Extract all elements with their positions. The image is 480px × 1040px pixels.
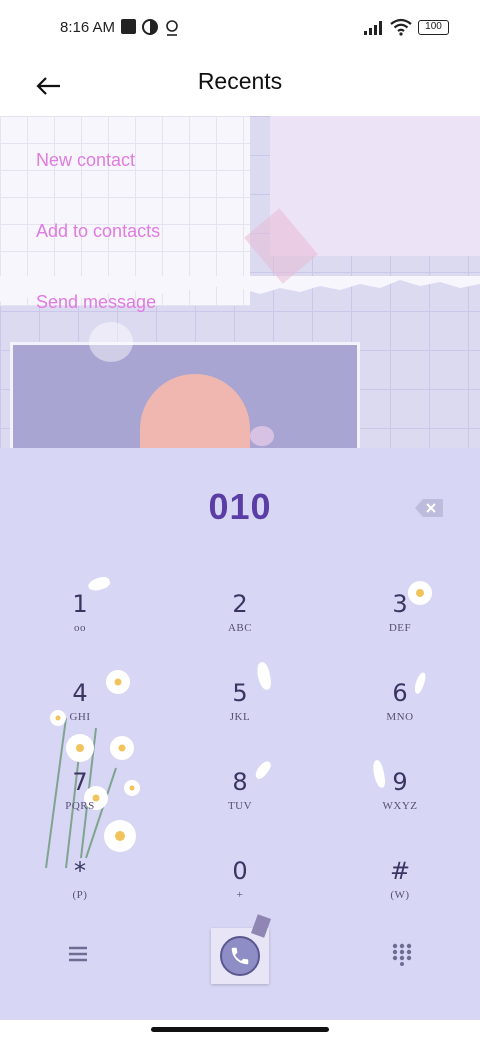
- signal-icon: [364, 21, 382, 35]
- battery-level: 100: [425, 21, 442, 32]
- key-digit: 4: [72, 679, 88, 707]
- key-digit: 2: [232, 590, 248, 618]
- key-star[interactable]: * (P): [20, 857, 140, 937]
- status-time: 8:16 AM: [60, 19, 116, 36]
- key-digit: 6: [392, 679, 408, 707]
- key-2[interactable]: 2 ABC: [180, 590, 300, 670]
- home-indicator[interactable]: [151, 1027, 329, 1032]
- key-letters: +: [236, 889, 244, 901]
- key-6[interactable]: 6 MNO: [340, 679, 460, 759]
- key-letters: DEF: [388, 622, 412, 634]
- dialed-number: 010: [208, 486, 272, 527]
- dialer-panel: 010 1 oo 2 ABC 3 DEF 4 GHI 5 JKL 6 MNO 7 PQRS 8…: [0, 448, 480, 1020]
- call-circle: [220, 936, 260, 976]
- key-hash[interactable]: # (W): [340, 857, 460, 937]
- key-digit: 3: [392, 590, 408, 618]
- key-letters: WXYZ: [382, 800, 418, 812]
- key-letters: ABC: [227, 622, 253, 634]
- data-saver-icon: [142, 19, 158, 35]
- wifi-icon: [390, 18, 412, 36]
- key-3[interactable]: 3 DEF: [340, 590, 460, 670]
- notification-square-icon: [121, 19, 136, 34]
- page-title: Recents: [197, 68, 283, 94]
- navigation-bar: [0, 1020, 480, 1040]
- backspace-button[interactable]: [414, 498, 444, 518]
- key-digit: 9: [392, 768, 408, 796]
- wallpaper-area: New contact Add to contacts Send message: [0, 116, 480, 448]
- new-contact-action[interactable]: New contact: [36, 150, 135, 171]
- menu-icon[interactable]: [64, 942, 92, 966]
- location-badge-icon: [166, 20, 178, 36]
- app-bar: Recents: [0, 56, 480, 116]
- key-letters: JKL: [229, 711, 251, 723]
- key-digit: *: [74, 857, 86, 885]
- dialpad-toggle-icon[interactable]: [390, 942, 414, 966]
- key-letters: TUV: [227, 800, 253, 812]
- add-to-contacts-action[interactable]: Add to contacts: [36, 221, 160, 242]
- key-1[interactable]: 1 oo: [20, 590, 140, 670]
- key-8[interactable]: 8 TUV: [180, 768, 300, 848]
- touch-ripple: [89, 322, 133, 362]
- key-digit: 1: [72, 590, 88, 618]
- illustration-flower: [250, 426, 274, 446]
- send-message-action[interactable]: Send message: [36, 292, 156, 313]
- key-9[interactable]: 9 WXYZ: [340, 768, 460, 848]
- key-digit: 7: [72, 768, 88, 796]
- key-letters: (W): [390, 889, 410, 901]
- key-letters: GHI: [69, 711, 91, 723]
- key-letters: oo: [74, 622, 86, 634]
- key-0[interactable]: 0 +: [180, 857, 300, 937]
- key-digit: 5: [232, 679, 248, 707]
- key-5[interactable]: 5 JKL: [180, 679, 300, 759]
- key-digit: 0: [232, 857, 248, 885]
- key-4[interactable]: 4 GHI: [20, 679, 140, 759]
- key-7[interactable]: 7 PQRS: [20, 768, 140, 848]
- key-letters: MNO: [386, 711, 414, 723]
- key-digit: #: [389, 857, 411, 885]
- key-letters: (P): [72, 889, 88, 901]
- phone-icon: [231, 947, 249, 965]
- key-letters: PQRS: [65, 800, 95, 812]
- status-bar: 8:16 AM 100: [0, 0, 480, 56]
- battery-icon: 100: [418, 20, 449, 35]
- key-digit: 8: [232, 768, 248, 796]
